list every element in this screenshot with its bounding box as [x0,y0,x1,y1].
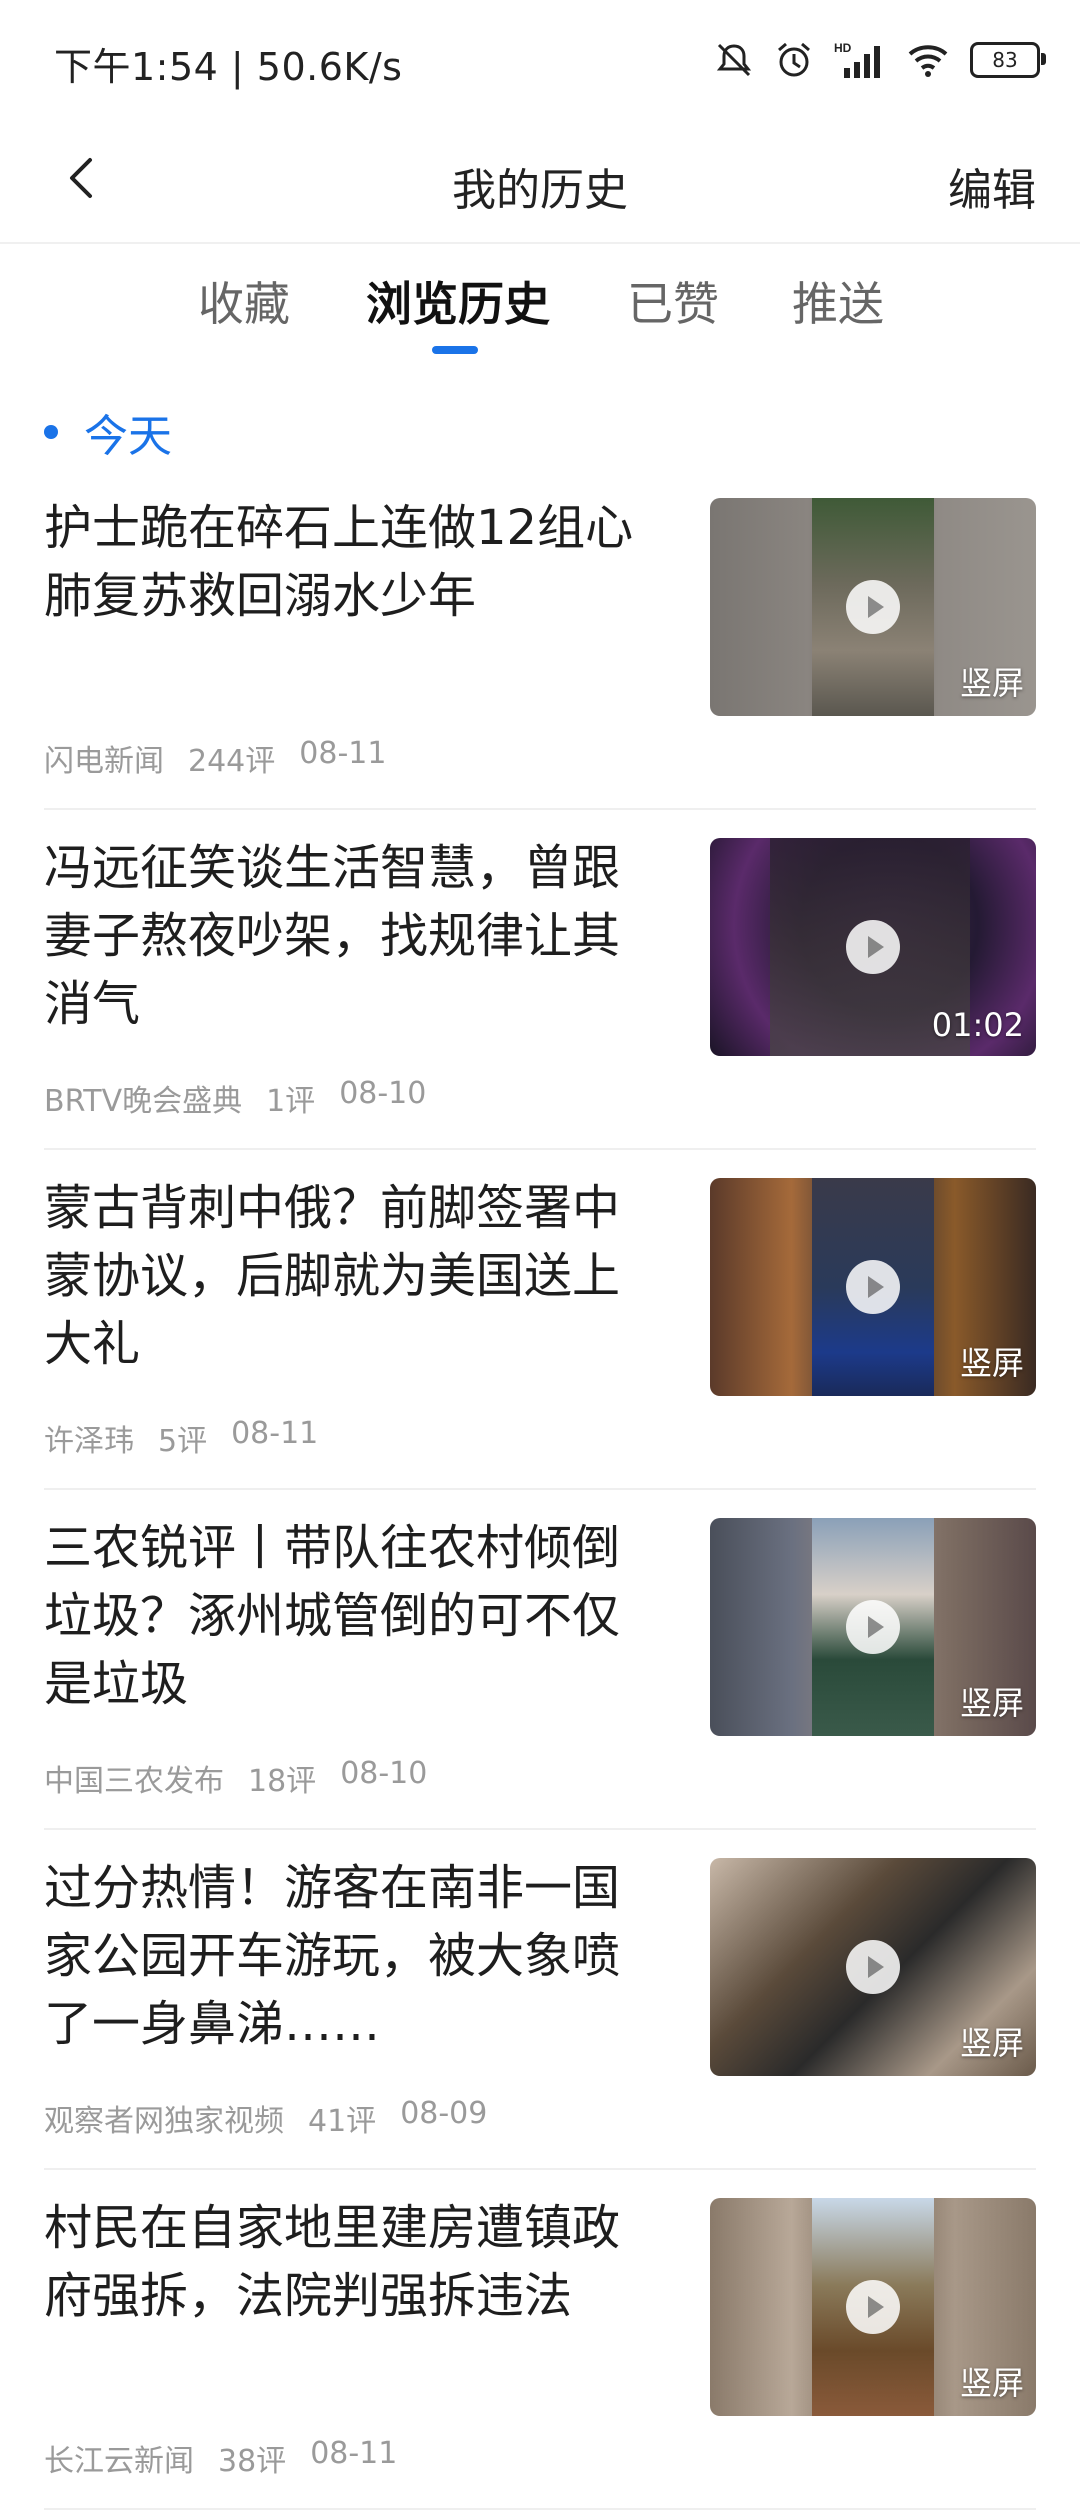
play-icon [846,920,900,974]
play-icon [846,580,900,634]
hd-signal-icon: HD [834,41,880,78]
battery-icon: 83 [970,42,1046,78]
item-date: 08-11 [310,2436,398,2471]
item-title: 过分热情！游客在南非一国家公园开车游玩，被大象喷了一身鼻涕…… [44,1860,621,2052]
header: 我的历史 编辑 [0,118,1080,244]
history-list: 护士跪在碎石上连做12组心肺复苏救回溺水少年 闪电新闻 244评 08-11 竖… [0,470,1080,2510]
item-meta: 观察者网独家视频 41评 08-09 [44,2096,487,2140]
tab-browse-history[interactable]: 浏览历史 [366,268,550,334]
item-date: 08-10 [340,1756,428,1791]
item-source: 长江云新闻 [44,2444,194,2479]
item-date: 08-11 [299,736,387,771]
vertical-badge: 竖屏 [959,2364,1024,2402]
tab-liked[interactable]: 已赞 [627,268,719,334]
section-dot [44,425,58,439]
list-item[interactable]: 护士跪在碎石上连做12组心肺复苏救回溺水少年 闪电新闻 244评 08-11 竖… [44,470,1036,810]
item-date: 08-10 [339,1076,427,1111]
item-thumbnail[interactable]: 01:02 [710,838,1036,1056]
vertical-badge: 竖屏 [959,1344,1024,1382]
list-item[interactable]: 蒙古背刺中俄？前脚签署中蒙协议，后脚就为美国送上大礼 许泽玮 5评 08-11 … [44,1150,1036,1490]
wifi-icon [908,45,948,77]
item-meta: 许泽玮 5评 08-11 [44,1416,318,1460]
item-title: 三农锐评丨带队往农村倾倒垃圾？涿州城管倒的可不仅是垃圾 [44,1520,621,1712]
item-title: 护士跪在碎石上连做12组心肺复苏救回溺水少年 [44,500,634,624]
item-source: 中国三农发布 [44,1764,224,1799]
item-source: 观察者网独家视频 [44,2104,284,2139]
item-comments: 41评 [308,2104,377,2139]
status-icons: HD 83 [714,38,1046,82]
section-today: 今天 [44,400,172,464]
svg-text:HD: HD [834,41,852,55]
tab-favorites[interactable]: 收藏 [198,268,290,334]
item-title: 冯远征笑谈生活智慧，曾跟妻子熬夜吵架，找规律让其消气 [44,840,621,1032]
item-comments: 244评 [188,744,276,779]
duration-badge: 01:02 [931,1006,1024,1044]
active-tab-indicator [432,346,478,354]
list-item[interactable]: 三农锐评丨带队往农村倾倒垃圾？涿州城管倒的可不仅是垃圾 中国三农发布 18评 0… [44,1490,1036,1830]
play-icon [846,1940,900,1994]
item-comments: 1评 [266,1084,316,1119]
section-label: 今天 [84,411,172,462]
list-item[interactable]: 村民在自家地里建房遭镇政府强拆，法院判强拆违法 长江云新闻 38评 08-11 … [44,2170,1036,2510]
vertical-badge: 竖屏 [959,2024,1024,2062]
item-comments: 5评 [158,1424,208,1459]
item-source: 许泽玮 [44,1424,134,1459]
page-title: 我的历史 [452,165,628,216]
item-source: 闪电新闻 [44,744,164,779]
play-icon [846,1600,900,1654]
item-title: 蒙古背刺中俄？前脚签署中蒙协议，后脚就为美国送上大礼 [44,1180,621,1372]
item-date: 08-11 [231,1416,319,1451]
item-comments: 38评 [218,2444,287,2479]
item-comments: 18评 [248,1764,317,1799]
status-bar: 下午1:54 | 50.6K/s HD 83 [0,0,1080,118]
item-thumbnail[interactable]: 竖屏 [710,498,1036,716]
item-title: 村民在自家地里建房遭镇政府强拆，法院判强拆违法 [44,2200,621,2324]
item-thumbnail[interactable]: 竖屏 [710,1178,1036,1396]
item-meta: BRTV晚会盛典 1评 08-10 [44,1076,426,1120]
item-source: BRTV晚会盛典 [44,1084,243,1119]
item-thumbnail[interactable]: 竖屏 [710,1858,1036,2076]
list-item[interactable]: 冯远征笑谈生活智慧，曾跟妻子熬夜吵架，找规律让其消气 BRTV晚会盛典 1评 0… [44,810,1036,1150]
item-thumbnail[interactable]: 竖屏 [710,2198,1036,2416]
list-item[interactable]: 过分热情！游客在南非一国家公园开车游玩，被大象喷了一身鼻涕…… 观察者网独家视频… [44,1830,1036,2170]
item-meta: 长江云新闻 38评 08-11 [44,2436,397,2480]
vertical-badge: 竖屏 [959,664,1024,702]
status-time: 下午1:54 | 50.6K/s [54,45,403,89]
play-icon [846,2280,900,2334]
play-icon [846,1260,900,1314]
mute-bell-icon [716,43,752,77]
tab-bar: 收藏 浏览历史 已赞 推送 [0,244,1080,364]
edit-button[interactable]: 编辑 [948,154,1036,218]
item-date: 08-09 [400,2096,488,2131]
item-meta: 闪电新闻 244评 08-11 [44,736,386,780]
item-meta: 中国三农发布 18评 08-10 [44,1756,427,1800]
alarm-icon [778,42,810,77]
tab-push[interactable]: 推送 [792,268,884,334]
vertical-badge: 竖屏 [959,1684,1024,1722]
item-thumbnail[interactable]: 竖屏 [710,1518,1036,1736]
